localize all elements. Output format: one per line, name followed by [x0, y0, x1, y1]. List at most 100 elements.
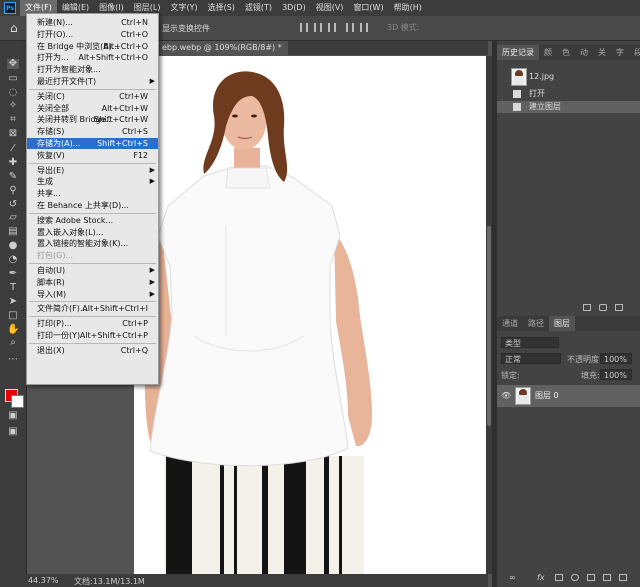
blur-icon[interactable]: ● [7, 241, 19, 251]
history-tab-6[interactable]: 段 [629, 45, 640, 60]
quick-mask-icon[interactable]: ▣ [7, 411, 19, 421]
path-selection-icon[interactable]: ➤ [7, 297, 19, 307]
camera-icon[interactable] [599, 304, 607, 311]
gradient-icon[interactable]: ▤ [7, 227, 19, 237]
file-menu-item[interactable]: 最近打开文件(T) ▶ [27, 76, 158, 87]
document-canvas[interactable] [134, 56, 486, 574]
menu-10[interactable]: 帮助(H) [389, 0, 427, 16]
crop-icon[interactable]: ⌗ [7, 115, 19, 125]
zoom-icon[interactable]: ⌕ [7, 338, 19, 348]
file-menu-item[interactable]: 关闭(C) Ctrl+W [27, 91, 158, 102]
clone-stamp-icon[interactable]: ⚲ [7, 186, 19, 196]
brush-icon[interactable]: ✎ [7, 172, 19, 182]
link-icon[interactable]: ∞ [509, 573, 516, 582]
background-color-swatch[interactable] [11, 395, 24, 408]
mask-icon[interactable] [555, 574, 563, 581]
file-menu-item[interactable]: 存储为(A)... Shift+Ctrl+S [27, 138, 158, 149]
file-menu-item[interactable]: 导出(E) ▶ [27, 165, 158, 176]
history-brush-icon[interactable]: ↺ [7, 200, 19, 210]
layers-tab-1[interactable]: 路径 [523, 316, 549, 331]
rectangle-icon[interactable]: □ [7, 311, 19, 321]
marquee-icon[interactable]: ▭ [7, 74, 19, 84]
align-vertical-center-icon[interactable] [314, 23, 322, 32]
file-menu-item[interactable]: 文件简介(F)... Alt+Shift+Ctrl+I [27, 303, 158, 314]
layer-filter-kind[interactable]: 类型 [501, 337, 559, 348]
align-top-icon[interactable] [300, 23, 308, 32]
zoom-level[interactable]: 44.37% [28, 576, 59, 585]
screen-mode-icon[interactable]: ▣ [7, 427, 19, 437]
snapshot-name[interactable]: 12.jpg [529, 72, 554, 81]
history-tab-2[interactable]: 色 [557, 45, 575, 60]
eraser-icon[interactable]: ▱ [7, 213, 19, 223]
file-menu-item[interactable]: 打开(O)... Ctrl+O [27, 29, 158, 40]
adjustment-icon[interactable] [571, 574, 579, 581]
lasso-icon[interactable]: ◌ [7, 88, 19, 98]
file-menu-item[interactable]: 在 Behance 上共享(D)... [27, 200, 158, 211]
file-menu-item[interactable]: 打开为... Alt+Shift+Ctrl+O [27, 52, 158, 63]
folder-icon[interactable] [587, 574, 595, 581]
layer-name[interactable]: 图层 0 [535, 390, 559, 402]
file-menu-item[interactable]: 导入(M) ▶ [27, 289, 158, 300]
hand-icon[interactable]: ✋ [7, 325, 19, 335]
file-menu-item[interactable]: 打印(P)... Ctrl+P [27, 318, 158, 329]
frame-icon[interactable]: ⊠ [7, 129, 19, 139]
trash-icon[interactable] [615, 304, 623, 311]
file-menu-item[interactable]: 关闭全部 Alt+Ctrl+W [27, 103, 158, 114]
file-menu-item[interactable]: 关闭并转到 Bridge... Shift+Ctrl+W [27, 114, 158, 125]
align-bottom-icon[interactable] [328, 23, 336, 32]
history-tab-5[interactable]: 字 [611, 45, 629, 60]
file-menu-item[interactable]: 共享... [27, 188, 158, 199]
file-menu-item[interactable]: 退出(X) Ctrl+Q [27, 345, 158, 356]
history-tab-1[interactable]: 颜 [539, 45, 557, 60]
scrollbar-thumb[interactable] [487, 226, 491, 426]
file-menu-item[interactable]: 脚本(R) ▶ [27, 277, 158, 288]
history-tab-0[interactable]: 历史记录 [497, 45, 539, 60]
file-menu-item[interactable]: 新建(N)... Ctrl+N [27, 17, 158, 28]
align-left-icon[interactable] [346, 23, 354, 32]
file-menu-item[interactable]: 置入链接的智能对象(K)... [27, 238, 158, 249]
menu-9[interactable]: 窗口(W) [348, 0, 388, 16]
file-menu-item[interactable]: 打开为智能对象... [27, 64, 158, 75]
menu-6[interactable]: 滤镜(T) [240, 0, 277, 16]
opacity-input[interactable]: 100% [600, 353, 632, 364]
dodge-icon[interactable]: ◔ [7, 255, 19, 265]
type-icon[interactable]: T [7, 283, 19, 293]
eye-icon[interactable]: 👁 [501, 390, 511, 402]
home-icon[interactable]: ⌂ [10, 21, 24, 35]
snapshot-thumbnail[interactable] [511, 68, 527, 86]
menu-7[interactable]: 3D(D) [277, 0, 311, 16]
align-horizontal-center-icon[interactable] [360, 23, 368, 32]
history-step[interactable]: 打开 [497, 88, 640, 100]
show-transform-controls-label[interactable]: 显示变换控件 [162, 23, 210, 34]
menu-5[interactable]: 选择(S) [203, 0, 240, 16]
file-menu-item[interactable]: 在 Bridge 中浏览(B)... Alt+Ctrl+O [27, 41, 158, 52]
file-menu-item[interactable]: 自动(U) ▶ [27, 265, 158, 276]
blend-mode-select[interactable]: 正常 [501, 353, 561, 364]
layers-tab-0[interactable]: 通道 [497, 316, 523, 331]
new-document-from-state-icon[interactable] [583, 304, 591, 311]
healing-brush-icon[interactable]: ✚ [7, 158, 19, 168]
document-tab[interactable]: ebp.webp @ 109%(RGB/8#) * [156, 41, 288, 55]
more-tools-icon[interactable]: ⋯ [7, 355, 19, 365]
layers-tab-2[interactable]: 图层 [549, 316, 575, 331]
document-size[interactable]: 文档:13.1M/13.1M [74, 576, 145, 587]
eyedropper-icon[interactable]: ⁄ [7, 144, 19, 154]
pen-icon[interactable]: ✒ [7, 269, 19, 279]
file-menu-item[interactable]: 生成 ▶ [27, 176, 158, 187]
history-tab-3[interactable]: 动 [575, 45, 593, 60]
menu-8[interactable]: 视图(V) [311, 0, 349, 16]
file-menu-item[interactable]: 置入嵌入对象(L)... [27, 227, 158, 238]
fx-icon[interactable]: fx [537, 573, 545, 582]
menu-4[interactable]: 文字(Y) [165, 0, 202, 16]
file-menu-item[interactable]: 恢复(V) F12 [27, 150, 158, 161]
move-icon[interactable]: ✥ [7, 59, 19, 69]
history-tab-4[interactable]: 关 [593, 45, 611, 60]
layer-row[interactable]: 👁 图层 0 [497, 385, 640, 407]
file-menu-item[interactable]: 搜索 Adobe Stock... [27, 215, 158, 226]
history-step[interactable]: 建立图层 [497, 101, 640, 113]
file-menu-item[interactable]: 存储(S) Ctrl+S [27, 126, 158, 137]
magic-wand-icon[interactable]: ✧ [7, 101, 19, 111]
fill-input[interactable]: 100% [600, 369, 632, 380]
file-menu-item[interactable]: 打印一份(Y) Alt+Shift+Ctrl+P [27, 330, 158, 341]
trash-icon[interactable] [619, 574, 627, 581]
